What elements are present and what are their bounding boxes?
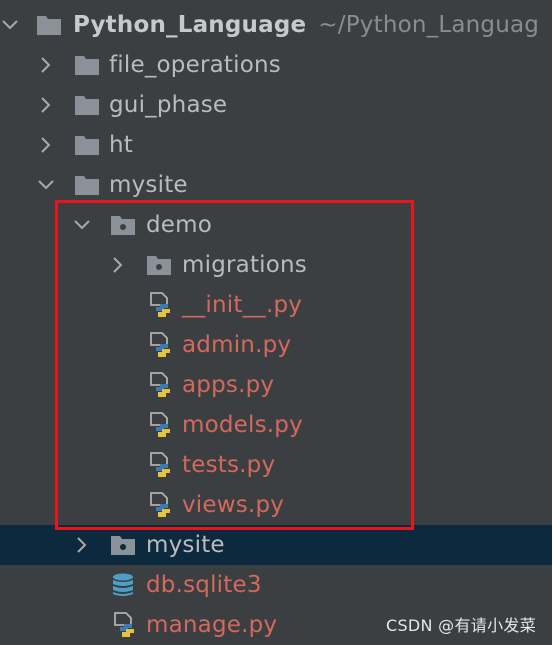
tree-item-python-file[interactable]: __init__.py [0,285,552,325]
chevron-right-icon[interactable] [36,85,56,125]
tree-item-python-file[interactable]: tests.py [0,445,552,485]
file-label: admin.py [182,332,292,358]
python-file-icon [148,492,174,518]
package-folder-icon [110,212,136,238]
chevron-right-icon[interactable] [72,525,92,565]
folder-label: mysite [109,172,188,198]
file-label: apps.py [182,372,275,398]
chevron-right-icon[interactable] [36,125,56,165]
tree-item-mysite[interactable]: mysite [0,165,552,205]
folder-icon [36,12,62,38]
folder-icon [74,92,100,118]
tree-item-root[interactable]: Python_Language ~/Python_Languag [0,5,552,45]
chevron-right-icon[interactable] [108,245,128,285]
chevron-down-icon[interactable] [36,165,56,205]
database-icon [110,572,136,598]
package-folder-icon [110,532,136,558]
project-tree: Python_Language ~/Python_Languag file_ope… [0,5,552,645]
tree-item-ht[interactable]: ht [0,125,552,165]
folder-label: ht [109,132,133,158]
tree-item-python-file[interactable]: models.py [0,405,552,445]
python-file-icon [148,452,174,478]
tree-item-migrations[interactable]: migrations [0,245,552,285]
tree-item-demo[interactable]: demo [0,205,552,245]
root-path-label: ~/Python_Languag [318,12,540,38]
file-label: db.sqlite3 [146,572,262,598]
file-label: views.py [182,492,285,518]
tree-item-inner-mysite[interactable]: mysite [0,525,552,565]
package-folder-icon [146,252,172,278]
chevron-down-icon[interactable] [0,5,20,45]
file-label: models.py [182,412,303,438]
python-file-icon [148,372,174,398]
root-folder-label: Python_Language ~/Python_Languag [73,12,540,38]
folder-label: gui_phase [109,92,228,118]
chevron-right-icon[interactable] [36,45,56,85]
python-file-icon [112,612,138,638]
tree-item-gui-phase[interactable]: gui_phase [0,85,552,125]
tree-item-db-file[interactable]: db.sqlite3 [0,565,552,605]
file-label: __init__.py [182,292,303,318]
chevron-down-icon[interactable] [72,205,92,245]
folder-label: migrations [182,252,307,278]
folder-icon [74,172,100,198]
folder-icon [74,132,100,158]
python-file-icon [148,292,174,318]
folder-label: file_operations [109,52,281,78]
file-label: tests.py [182,452,276,478]
python-file-icon [148,412,174,438]
tree-item-file-operations[interactable]: file_operations [0,45,552,85]
tree-item-python-file[interactable]: apps.py [0,365,552,405]
tree-item-python-file[interactable]: admin.py [0,325,552,365]
python-file-icon [148,332,174,358]
folder-icon [74,52,100,78]
file-label: manage.py [146,612,278,638]
watermark-text: CSDN @有请小发菜 [385,616,536,635]
folder-label: demo [146,212,213,238]
tree-item-python-file[interactable]: views.py [0,485,552,525]
folder-label: mysite [146,532,225,558]
